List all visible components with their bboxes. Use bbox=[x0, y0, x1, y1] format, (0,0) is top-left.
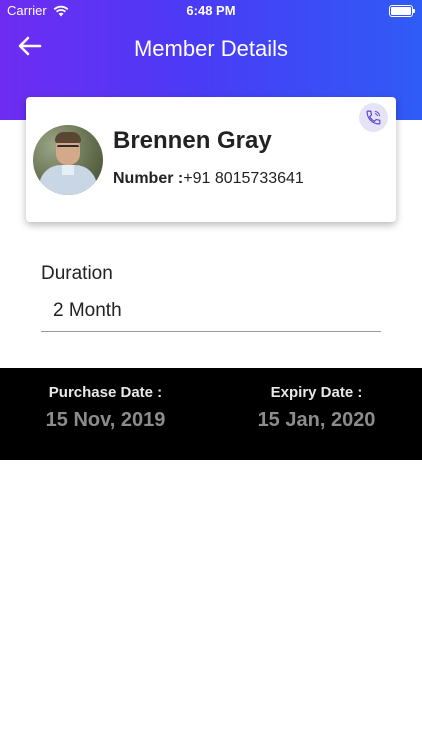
duration-value: 2 Month bbox=[53, 300, 122, 321]
expiry-date-label: Expiry Date : bbox=[270, 384, 363, 401]
status-time: 6:48 PM bbox=[186, 3, 236, 18]
member-number: Number :+91 8015733641 bbox=[113, 170, 304, 188]
purchase-date-block: Purchase Date : 15 Nov, 2019 bbox=[0, 384, 211, 432]
purchase-date-value: 15 Nov, 2019 bbox=[45, 409, 166, 431]
number-label: Number : bbox=[113, 170, 184, 187]
duration-field[interactable]: 2 Month bbox=[41, 296, 381, 332]
number-value: +91 8015733641 bbox=[183, 170, 304, 187]
page-title: Member Details bbox=[133, 36, 289, 61]
member-name: Brennen Gray bbox=[113, 127, 272, 154]
duration-label: Duration bbox=[41, 263, 113, 284]
avatar bbox=[33, 125, 103, 195]
phone-icon bbox=[366, 110, 381, 125]
battery-icon bbox=[389, 5, 415, 17]
dates-bar: Purchase Date : 15 Nov, 2019 Expiry Date… bbox=[0, 368, 422, 460]
expiry-date-block: Expiry Date : 15 Jan, 2020 bbox=[211, 384, 422, 432]
expiry-date-value: 15 Jan, 2020 bbox=[257, 409, 376, 431]
status-bar: Carrier 6:48 PM bbox=[0, 0, 422, 22]
member-card: Brennen Gray Number :+91 8015733641 bbox=[26, 97, 396, 222]
purchase-date-label: Purchase Date : bbox=[48, 384, 163, 401]
call-button[interactable] bbox=[359, 103, 388, 132]
